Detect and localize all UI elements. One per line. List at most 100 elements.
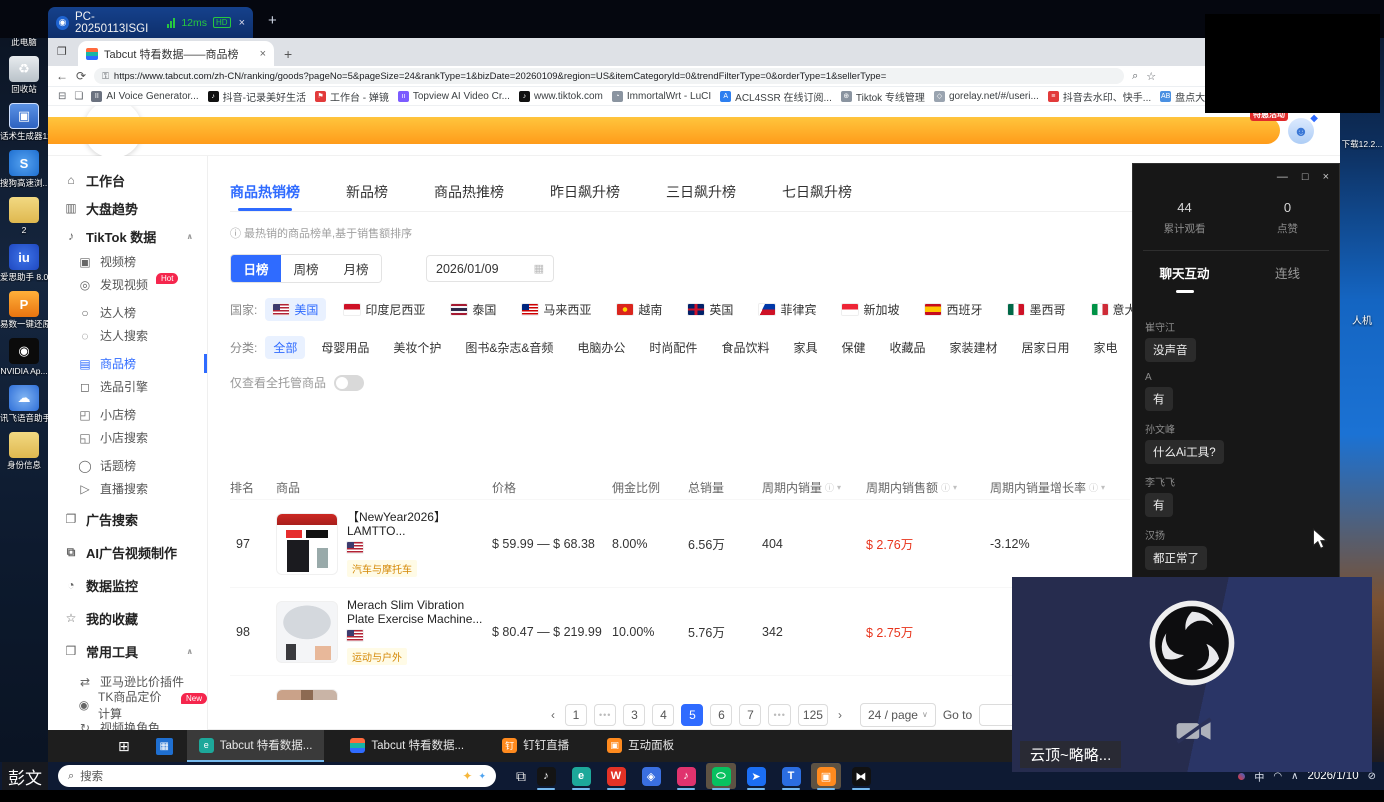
desktop-icon[interactable]: iu 爱思助手 8.0(64位) xyxy=(0,244,48,282)
ranking-tab[interactable]: 七日飙升榜 xyxy=(782,182,852,211)
category-filter[interactable]: 家电 xyxy=(1086,336,1126,359)
ranking-tab[interactable]: 三日飙升榜 xyxy=(666,182,736,211)
taskbar-app[interactable]: W xyxy=(601,763,631,789)
chat-tab[interactable]: 连线 xyxy=(1236,263,1339,293)
sort-caret-icon[interactable]: ▾ xyxy=(837,483,841,492)
bookmarks-folder-icon[interactable]: ❏ xyxy=(74,91,83,102)
maximize-icon[interactable]: □ xyxy=(1302,171,1309,183)
category-filter[interactable]: 电脑办公 xyxy=(569,336,633,359)
country-filter[interactable]: 越南 xyxy=(609,298,670,321)
taskbar-app[interactable]: ⬭ xyxy=(706,763,736,789)
category-filter[interactable]: 时尚配件 xyxy=(641,336,705,359)
bookmark-item[interactable]: ⚑ 工作台 - 婵镜 xyxy=(315,89,389,104)
bookmark-item[interactable]: II AI Voice Generator... xyxy=(91,91,198,102)
sidebar-item[interactable]: ❐ 广告搜索 xyxy=(48,505,207,533)
zoom-icon[interactable]: ⌕ xyxy=(1132,70,1138,83)
desktop-icon[interactable]: 2 xyxy=(0,197,48,235)
sidebar-item[interactable]: ◯ 话题榜 xyxy=(48,454,207,477)
period-option[interactable]: 日榜 xyxy=(231,255,281,282)
wifi-icon[interactable]: ◠ xyxy=(1273,771,1282,782)
page-button[interactable]: 5 xyxy=(681,704,703,726)
volume-muted-icon[interactable]: ⊘ xyxy=(1368,771,1376,782)
taskbar-app[interactable]: ▣ xyxy=(811,763,841,789)
sidebar-item[interactable]: ◱ 小店搜索 xyxy=(48,426,207,449)
period-option[interactable]: 月榜 xyxy=(331,255,381,282)
task-view-icon[interactable]: ⧉ xyxy=(516,768,526,785)
sidebar-item[interactable]: ▥ 大盘趋势 xyxy=(48,194,207,222)
minimize-icon[interactable]: — xyxy=(1277,171,1288,183)
sidebar-item[interactable]: ▷ 直播搜索 xyxy=(48,477,207,500)
sidebar-item[interactable]: ◉ TK商品定价计算 New xyxy=(48,693,207,716)
bookmark-item[interactable]: A ACL4SSR 在线订阅... xyxy=(720,89,832,104)
pricing-button[interactable]: ♛ 价格 特惠活动 xyxy=(48,117,1280,144)
new-session-icon[interactable]: + xyxy=(268,12,277,29)
taskbar-app[interactable]: ♪ xyxy=(671,763,701,789)
country-filter[interactable]: 美国 xyxy=(265,298,326,321)
product-title[interactable]: 【NewYear2026】LAMTTO... xyxy=(347,510,489,538)
tab-close-icon[interactable]: × xyxy=(260,48,266,60)
country-filter[interactable]: 墨西哥 xyxy=(1000,298,1073,321)
sidebar-item[interactable]: ○ 达人榜 xyxy=(48,301,207,324)
table-header-cell[interactable]: 价格 xyxy=(492,479,612,496)
copilot-sparkle-icon[interactable]: ✦ xyxy=(462,769,472,783)
country-filter[interactable]: 英国 xyxy=(680,298,741,321)
remote-session-tab[interactable]: ◉ PC-20250113ISGI 12ms HD × xyxy=(48,7,253,38)
sidebar-item[interactable]: ❒ 常用工具 ∧ xyxy=(48,637,207,665)
ranking-tab[interactable]: 商品热销榜 xyxy=(230,182,300,211)
address-bar[interactable]: ⚿ https://www.tabcut.com/zh-CN/ranking/g… xyxy=(94,68,1124,84)
category-filter[interactable]: 保健 xyxy=(833,336,873,359)
prev-page-icon[interactable]: ‹ xyxy=(551,708,555,722)
page-button[interactable]: 125 xyxy=(798,704,828,726)
bookmark-item[interactable]: ≡ 抖音去水印、快手... xyxy=(1048,89,1151,104)
new-tab-icon[interactable]: + xyxy=(284,46,292,62)
country-filter[interactable]: 菲律宾 xyxy=(751,298,824,321)
back-icon[interactable]: ← xyxy=(56,69,68,83)
user-avatar[interactable]: ☻ ◆ xyxy=(1288,118,1314,144)
window-restore-icon[interactable]: ❐ xyxy=(57,45,67,58)
country-filter[interactable]: 马来西亚 xyxy=(514,298,599,321)
page-button[interactable]: 3 xyxy=(623,704,645,726)
category-filter[interactable]: 家具 xyxy=(785,336,825,359)
date-picker[interactable]: 2026/01/09▦ xyxy=(426,255,554,282)
taskbar-app[interactable]: 钉 钉钉直播 xyxy=(490,730,581,762)
sidebar-item[interactable]: ◎ 发现视频 Hot xyxy=(48,273,207,296)
sidebar-item[interactable]: ◔ 数据监控 xyxy=(48,571,207,599)
country-filter[interactable]: 西班牙 xyxy=(917,298,990,321)
page-button[interactable]: 4 xyxy=(652,704,674,726)
page-button[interactable]: 6 xyxy=(710,704,732,726)
ranking-tab[interactable]: 商品热推榜 xyxy=(434,182,504,211)
taskbar-app[interactable]: ⧓ xyxy=(846,763,876,789)
browser-tab[interactable]: Tabcut 特看数据——商品榜 × xyxy=(78,41,274,66)
table-header-cell[interactable]: 总销量 xyxy=(688,479,762,496)
desktop-icon[interactable]: 身份信息 xyxy=(0,432,48,470)
taskbar-app[interactable]: e xyxy=(566,763,596,789)
sidebar-item[interactable]: ◌ 达人搜索 xyxy=(48,324,207,347)
table-header-cell[interactable]: 商品 xyxy=(276,479,492,496)
tray-app-icon[interactable] xyxy=(1238,773,1245,780)
category-filter[interactable]: 全部 xyxy=(265,336,305,359)
sidebar-item[interactable]: ◻ 选品引擎 xyxy=(48,375,207,398)
reload-icon[interactable]: ⟳ xyxy=(76,69,86,83)
desktop-icon[interactable]: ◉ NVIDIA Ap... xyxy=(0,338,48,376)
desktop-icon[interactable]: ♻ 回收站 xyxy=(0,56,48,94)
page-button[interactable]: 7 xyxy=(739,704,761,726)
taskbar-search[interactable]: ⌕ 搜索 ✦ ✦ xyxy=(58,765,496,787)
sidebar-item[interactable]: ♪ TikTok 数据 ∧ xyxy=(48,222,207,250)
bookmark-item[interactable]: ♪ www.tiktok.com xyxy=(519,91,603,102)
bookmark-item[interactable]: ◔ ImmortalWrt - LuCI xyxy=(612,91,711,102)
bookmark-item[interactable]: ıı Topview AI Video Cr... xyxy=(398,91,510,102)
period-option[interactable]: 周榜 xyxy=(281,255,331,282)
sort-caret-icon[interactable]: ▾ xyxy=(953,483,957,492)
sidebar-item[interactable]: ⌂ 工作台 xyxy=(48,166,207,194)
table-header-cell[interactable]: 排名 xyxy=(230,479,276,496)
category-filter[interactable]: 图书&杂志&音频 xyxy=(457,336,561,359)
desktop-icon[interactable]: S 搜狗高速浏... xyxy=(0,150,48,188)
tray-expand-icon[interactable]: ∧ xyxy=(1291,771,1298,782)
category-filter[interactable]: 居家日用 xyxy=(1014,336,1078,359)
sidebar-item[interactable]: ⧉ AI广告视频制作 xyxy=(48,538,207,566)
taskbar-app[interactable]: ◈ xyxy=(636,763,666,789)
managed-only-toggle[interactable] xyxy=(334,375,364,391)
page-button[interactable]: 1 xyxy=(565,704,587,726)
category-filter[interactable]: 美妆个护 xyxy=(385,336,449,359)
category-filter[interactable]: 收藏品 xyxy=(881,336,933,359)
